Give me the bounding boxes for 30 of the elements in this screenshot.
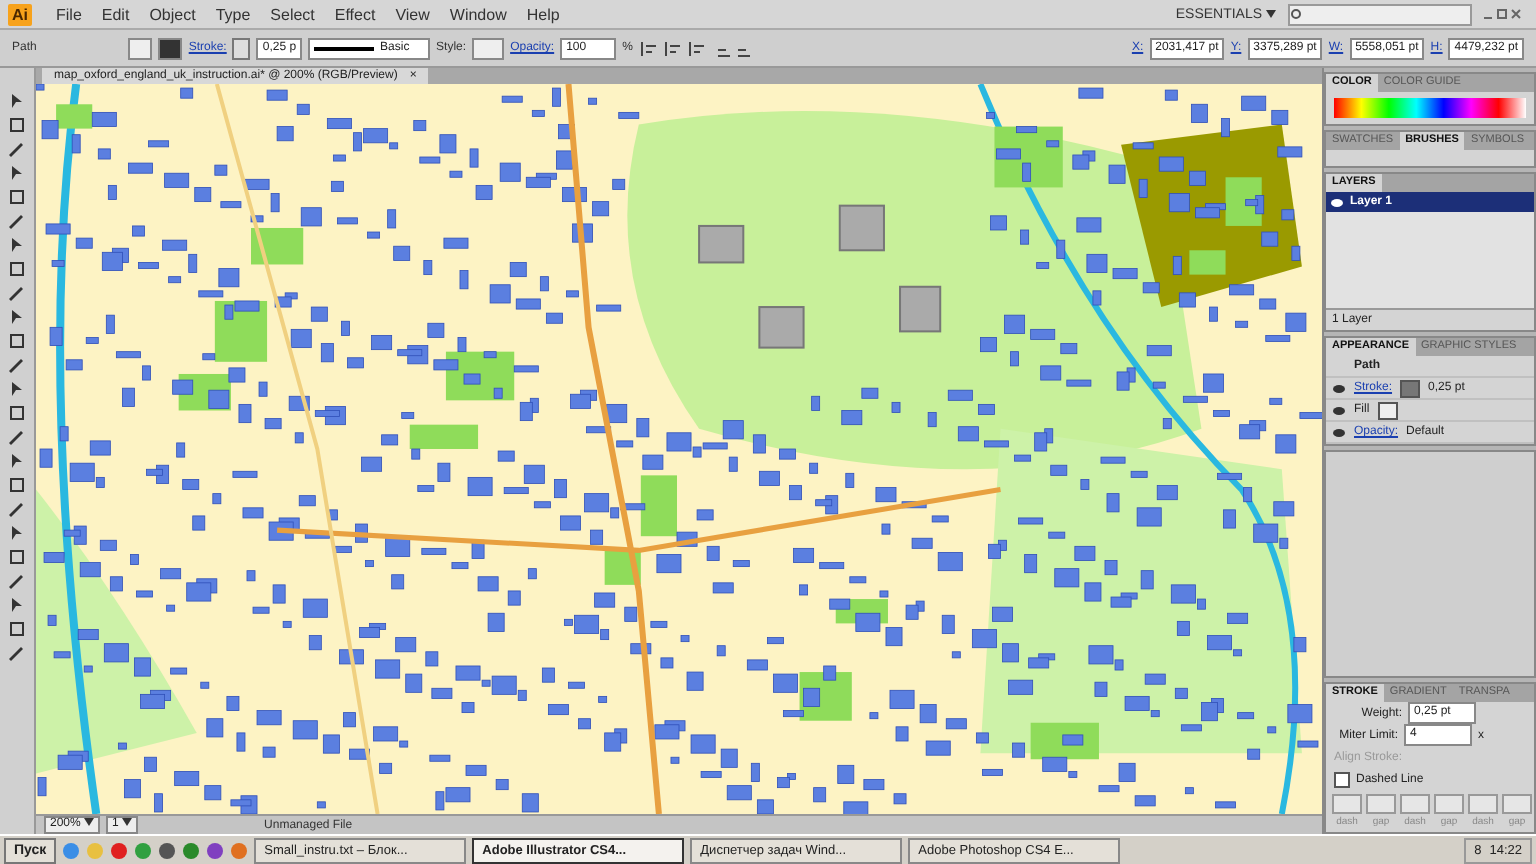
- color-spectrum[interactable]: [1334, 98, 1526, 118]
- menu-item[interactable]: Type: [207, 5, 259, 23]
- dashed-line-checkbox[interactable]: [1334, 771, 1350, 787]
- menu-item[interactable]: File: [48, 5, 90, 23]
- fill-swatch[interactable]: [1377, 401, 1398, 419]
- dash-field[interactable]: [1502, 794, 1532, 814]
- search-icon: [1290, 7, 1304, 21]
- caret-icon[interactable]: [1266, 9, 1276, 17]
- stroke-color-dropdown[interactable]: [158, 37, 183, 59]
- menu-item[interactable]: View: [387, 5, 438, 23]
- eye-icon[interactable]: [1330, 197, 1344, 207]
- search-field[interactable]: [1288, 3, 1472, 25]
- caret-icon[interactable]: [122, 818, 133, 826]
- menu-item[interactable]: Effect: [326, 5, 384, 23]
- dash-field[interactable]: [1400, 794, 1430, 814]
- dash-field[interactable]: [1366, 794, 1396, 814]
- dash-field[interactable]: [1332, 794, 1362, 814]
- menu-item[interactable]: Object: [141, 5, 204, 23]
- app-logo: Ai: [8, 3, 32, 25]
- menu-item[interactable]: Select: [262, 5, 323, 23]
- menu-item[interactable]: Edit: [93, 5, 138, 23]
- caret-icon[interactable]: [84, 818, 95, 826]
- stroke-line-icon: [314, 45, 375, 51]
- dash-field[interactable]: [1468, 794, 1498, 814]
- stroke-swatch[interactable]: [1400, 379, 1421, 397]
- menu-item[interactable]: Window: [441, 5, 515, 23]
- rectangle-icon[interactable]: [8, 260, 26, 278]
- dash-field[interactable]: [1434, 794, 1464, 814]
- menu-item[interactable]: Help: [518, 5, 568, 23]
- style-dropdown[interactable]: [472, 37, 505, 59]
